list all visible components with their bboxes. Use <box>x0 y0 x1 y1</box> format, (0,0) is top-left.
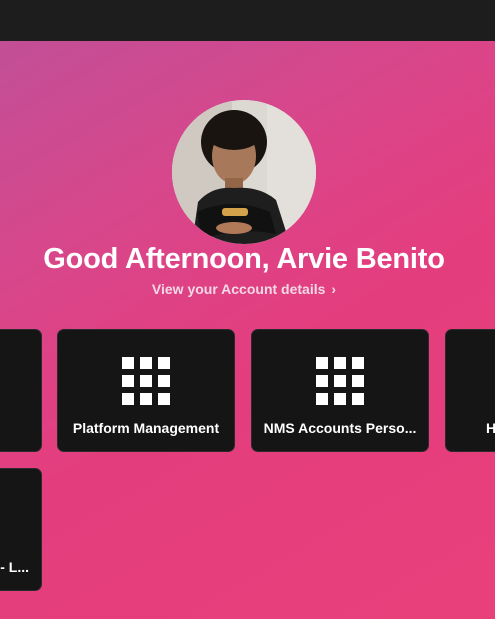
welcome-hero: Good Afternoon, Arvie Benito View your A… <box>0 41 495 619</box>
tile-label: NMS Accounts Perso... <box>263 420 417 436</box>
user-photo <box>172 100 316 244</box>
top-bar <box>0 0 495 41</box>
avatar[interactable] <box>172 100 316 244</box>
account-link-label: View your Account details <box>151 281 326 297</box>
app-tile-partial-bottom-left[interactable]: - L... <box>0 468 42 591</box>
greeting-heading: Good Afternoon, Arvie Benito <box>43 243 445 275</box>
app-grid-icon <box>316 357 364 405</box>
tile-label: Platform Management <box>72 420 220 436</box>
app-tile-platform-management[interactable]: Platform Management <box>57 329 235 452</box>
chevron-right-icon: › <box>331 281 337 297</box>
view-account-details-link[interactable]: View your Account details › <box>0 281 488 297</box>
app-tile-partial-right[interactable]: H <box>445 329 495 452</box>
app-tile-partial-left[interactable] <box>0 329 42 452</box>
tile-label: H <box>486 420 495 436</box>
tile-label: - L... <box>0 559 29 575</box>
app-grid-icon <box>122 357 170 405</box>
app-tile-nms-accounts[interactable]: NMS Accounts Perso... <box>251 329 429 452</box>
